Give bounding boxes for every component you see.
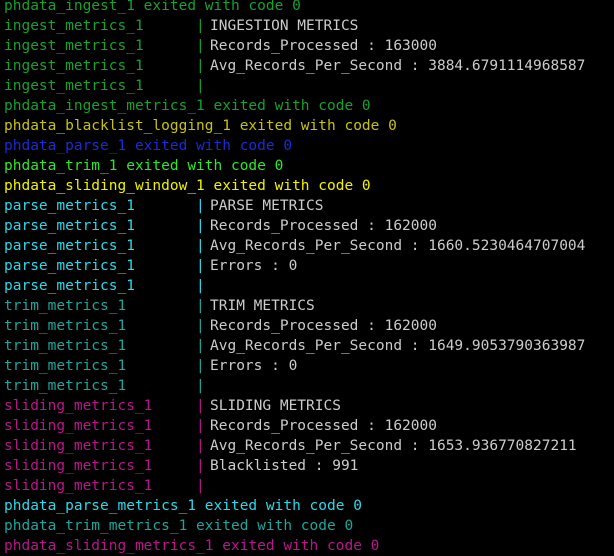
terminal-line: sliding_metrics_1 | SLIDING METRICS bbox=[0, 396, 614, 416]
exit-message: phdata_trim_1 exited with code 0 bbox=[4, 158, 284, 174]
separator: | bbox=[196, 38, 205, 54]
separator: | bbox=[196, 18, 205, 34]
terminal-line: sliding_metrics_1 | bbox=[0, 476, 614, 496]
log-content: INGESTION METRICS bbox=[210, 18, 359, 34]
separator: | bbox=[196, 238, 205, 254]
terminal-line: trim_metrics_1 | bbox=[0, 376, 614, 396]
container-prefix: parse_metrics_1 bbox=[4, 238, 135, 254]
terminal-line: parse_metrics_1 | Avg_Records_Per_Second :… bbox=[0, 236, 614, 256]
terminal-line: phdata_ingest_metrics_1 exited with code… bbox=[0, 96, 614, 116]
container-prefix: trim_metrics_1 bbox=[4, 378, 127, 394]
separator: | bbox=[196, 438, 205, 454]
separator: | bbox=[196, 398, 205, 414]
exit-message: phdata_sliding_metrics_1 exited with cod… bbox=[4, 538, 380, 554]
terminal-line: ingest_metrics_1 | INGESTION METRICS bbox=[0, 16, 614, 36]
separator: | bbox=[196, 378, 205, 394]
log-content: Avg_Records_Per_Second : 1660.5230464707… bbox=[210, 238, 586, 254]
container-prefix: ingest_metrics_1 bbox=[4, 38, 144, 54]
separator: | bbox=[196, 218, 205, 234]
terminal-line: sliding_metrics_1 | Avg_Records_Per_Second… bbox=[0, 436, 614, 456]
exit-message: phdata_trim_metrics_1 exited with code 0 bbox=[4, 518, 354, 534]
terminal-line: sliding_metrics_1 | Blacklisted : 991 bbox=[0, 456, 614, 476]
terminal-line: sliding_metrics_1 | Records_Processed : 16… bbox=[0, 416, 614, 436]
exit-message: phdata_parse_1 exited with code 0 bbox=[4, 138, 293, 154]
terminal-line: phdata_sliding_window_1 exited with code… bbox=[0, 176, 614, 196]
log-content: Records_Processed : 163000 bbox=[210, 38, 437, 54]
log-content: PARSE METRICS bbox=[210, 198, 324, 214]
terminal-line: ingest_metrics_1 | Records_Processed : 163… bbox=[0, 36, 614, 56]
terminal-line: phdata_sliding_metrics_1 exited with cod… bbox=[0, 536, 614, 556]
container-prefix: sliding_metrics_1 bbox=[4, 418, 153, 434]
terminal-line: parse_metrics_1 | Errors : 0 bbox=[0, 256, 614, 276]
separator: | bbox=[196, 478, 205, 494]
log-content: Records_Processed : 162000 bbox=[210, 318, 437, 334]
separator: | bbox=[196, 58, 205, 74]
separator: | bbox=[196, 298, 205, 314]
separator: | bbox=[196, 318, 205, 334]
container-prefix: parse_metrics_1 bbox=[4, 198, 135, 214]
terminal-line: phdata_blacklist_logging_1 exited with c… bbox=[0, 116, 614, 136]
separator: | bbox=[196, 418, 205, 434]
separator: | bbox=[196, 338, 205, 354]
container-prefix: sliding_metrics_1 bbox=[4, 438, 153, 454]
log-content: SLIDING METRICS bbox=[210, 398, 341, 414]
log-content: TRIM METRICS bbox=[210, 298, 315, 314]
log-content: Errors : 0 bbox=[210, 358, 298, 374]
container-prefix: trim_metrics_1 bbox=[4, 318, 127, 334]
log-content: Records_Processed : 162000 bbox=[210, 418, 437, 434]
terminal-line: phdata_trim_1 exited with code 0 bbox=[0, 156, 614, 176]
separator: | bbox=[196, 458, 205, 474]
exit-message: phdata_ingest_metrics_1 exited with code… bbox=[4, 98, 371, 114]
container-prefix: sliding_metrics_1 bbox=[4, 478, 153, 494]
container-prefix: ingest_metrics_1 bbox=[4, 78, 144, 94]
terminal-line: trim_metrics_1 | Avg_Records_Per_Second : … bbox=[0, 336, 614, 356]
container-prefix: parse_metrics_1 bbox=[4, 258, 135, 274]
separator: | bbox=[196, 278, 205, 294]
container-prefix: parse_metrics_1 bbox=[4, 218, 135, 234]
log-content: Avg_Records_Per_Second : 1649.9053790363… bbox=[210, 338, 586, 354]
log-content: Errors : 0 bbox=[210, 258, 298, 274]
log-content: Blacklisted : 991 bbox=[210, 458, 359, 474]
terminal-line: phdata_trim_metrics_1 exited with code 0 bbox=[0, 516, 614, 536]
separator: | bbox=[196, 198, 205, 214]
container-prefix: ingest_metrics_1 bbox=[4, 58, 144, 74]
container-prefix: ingest_metrics_1 bbox=[4, 18, 144, 34]
terminal-line: ingest_metrics_1 | bbox=[0, 76, 614, 96]
container-prefix: trim_metrics_1 bbox=[4, 358, 127, 374]
terminal-line: ingest_metrics_1 | Avg_Records_Per_Second … bbox=[0, 56, 614, 76]
terminal-line: parse_metrics_1 | PARSE METRICS bbox=[0, 196, 614, 216]
exit-message: phdata_ingest_1 exited with code 0 bbox=[4, 0, 301, 14]
terminal-line: phdata_ingest_1 exited with code 0 bbox=[0, 0, 614, 16]
terminal-line: trim_metrics_1 | Errors : 0 bbox=[0, 356, 614, 376]
container-prefix: sliding_metrics_1 bbox=[4, 458, 153, 474]
container-prefix: trim_metrics_1 bbox=[4, 338, 127, 354]
terminal-line: trim_metrics_1 | Records_Processed : 16200… bbox=[0, 316, 614, 336]
separator: | bbox=[196, 78, 205, 94]
terminal-output[interactable]: phdata_ingest_1 exited with code 0 ingest… bbox=[0, 0, 614, 556]
terminal-line: phdata_parse_metrics_1 exited with code … bbox=[0, 496, 614, 516]
container-prefix: parse_metrics_1 bbox=[4, 278, 135, 294]
exit-message: phdata_blacklist_logging_1 exited with c… bbox=[4, 118, 397, 134]
terminal-line: parse_metrics_1 | bbox=[0, 276, 614, 296]
separator: | bbox=[196, 358, 205, 374]
log-content: Avg_Records_Per_Second : 3884.6791114968… bbox=[210, 58, 586, 74]
terminal-line: trim_metrics_1 | TRIM METRICS bbox=[0, 296, 614, 316]
exit-message: phdata_sliding_window_1 exited with code… bbox=[4, 178, 371, 194]
terminal-line: phdata_parse_1 exited with code 0 bbox=[0, 136, 614, 156]
log-content: Records_Processed : 162000 bbox=[210, 218, 437, 234]
terminal-line: parse_metrics_1 | Records_Processed : 1620… bbox=[0, 216, 614, 236]
separator: | bbox=[196, 258, 205, 274]
container-prefix: trim_metrics_1 bbox=[4, 298, 127, 314]
container-prefix: sliding_metrics_1 bbox=[4, 398, 153, 414]
log-content: Avg_Records_Per_Second : 1653.9367708272… bbox=[210, 438, 577, 454]
exit-message: phdata_parse_metrics_1 exited with code … bbox=[4, 498, 362, 514]
